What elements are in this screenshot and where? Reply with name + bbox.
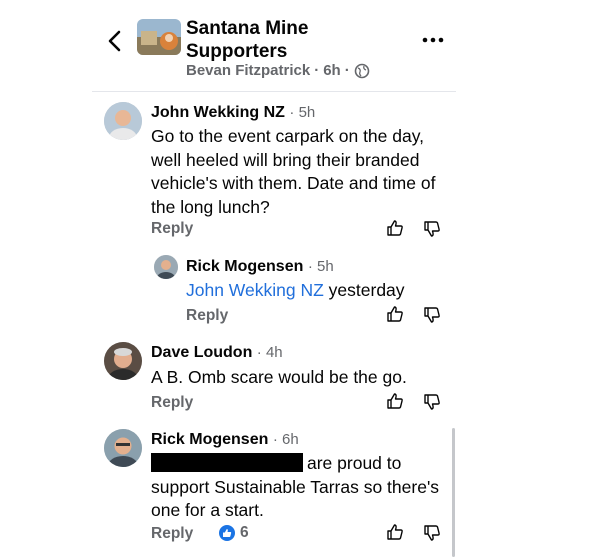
reaction-count[interactable]: 6	[219, 524, 249, 542]
author-name[interactable]: John Wekking NZ	[151, 104, 285, 121]
dislike-icon[interactable]	[423, 220, 441, 238]
comment-text: A B. Omb scare would be the go.	[151, 367, 407, 387]
dislike-icon[interactable]	[423, 524, 441, 542]
meta-separator-2: ·	[344, 62, 350, 79]
comment-time: · 4h	[256, 344, 283, 361]
reply-text: yesterday	[328, 280, 405, 300]
scrollbar[interactable]	[452, 428, 455, 557]
post-meta: Bevan Fitzpatrick · 6h ·	[186, 62, 370, 79]
avatar[interactable]	[154, 255, 178, 279]
comment-text-rest: support Sustainable Tarras so there's on…	[151, 476, 440, 521]
dislike-icon[interactable]	[423, 393, 441, 411]
avatar[interactable]	[104, 102, 142, 140]
like-count: 6	[240, 524, 249, 541]
like-icon[interactable]	[386, 523, 404, 541]
like-icon[interactable]	[386, 305, 404, 323]
dislike-icon[interactable]	[423, 306, 441, 324]
comment-time: · 5h	[289, 104, 316, 121]
comment-author[interactable]: Dave Loudon · 4h	[151, 344, 283, 362]
avatar[interactable]	[104, 342, 142, 380]
post-time[interactable]: 6h	[323, 62, 341, 79]
author-name[interactable]: Dave Loudon	[151, 344, 252, 361]
comment-text-part: are proud to	[307, 453, 402, 473]
comment-author[interactable]: Rick Mogensen · 5h	[186, 258, 334, 276]
globe-icon	[354, 63, 370, 78]
like-reaction-icon	[219, 525, 235, 541]
header-divider	[92, 91, 456, 92]
reply-button[interactable]: Reply	[151, 525, 193, 543]
mention-link[interactable]: John Wekking NZ	[186, 280, 324, 300]
redacted-block	[151, 453, 303, 472]
poster-name[interactable]: Bevan Fitzpatrick	[186, 62, 310, 79]
comment-text: Go to the event carpark on the day, well…	[151, 126, 436, 217]
more-options-icon[interactable]	[420, 30, 446, 50]
comment-author[interactable]: John Wekking NZ · 5h	[151, 104, 315, 122]
group-avatar[interactable]	[137, 19, 181, 55]
comment-time: · 6h	[272, 431, 299, 448]
post-header: Santana Mine Supporters Bevan Fitzpatric…	[0, 0, 600, 92]
comment-time: · 5h	[307, 258, 334, 275]
comment-text: are proud to support Sustainable Tarras …	[151, 452, 446, 523]
like-icon[interactable]	[386, 392, 404, 410]
group-name[interactable]: Santana Mine Supporters	[186, 17, 386, 63]
reply-button[interactable]: Reply	[151, 220, 193, 238]
comment-text: John Wekking NZ yesterday	[186, 279, 446, 303]
back-arrow-icon[interactable]	[104, 26, 126, 56]
like-icon[interactable]	[386, 219, 404, 237]
author-name[interactable]: Rick Mogensen	[151, 431, 268, 448]
author-name[interactable]: Rick Mogensen	[186, 258, 303, 275]
reply-button[interactable]: Reply	[151, 394, 193, 412]
reply-button[interactable]: Reply	[186, 307, 228, 325]
avatar[interactable]	[104, 429, 142, 467]
meta-separator: ·	[314, 62, 320, 79]
comment-author[interactable]: Rick Mogensen · 6h	[151, 431, 299, 449]
